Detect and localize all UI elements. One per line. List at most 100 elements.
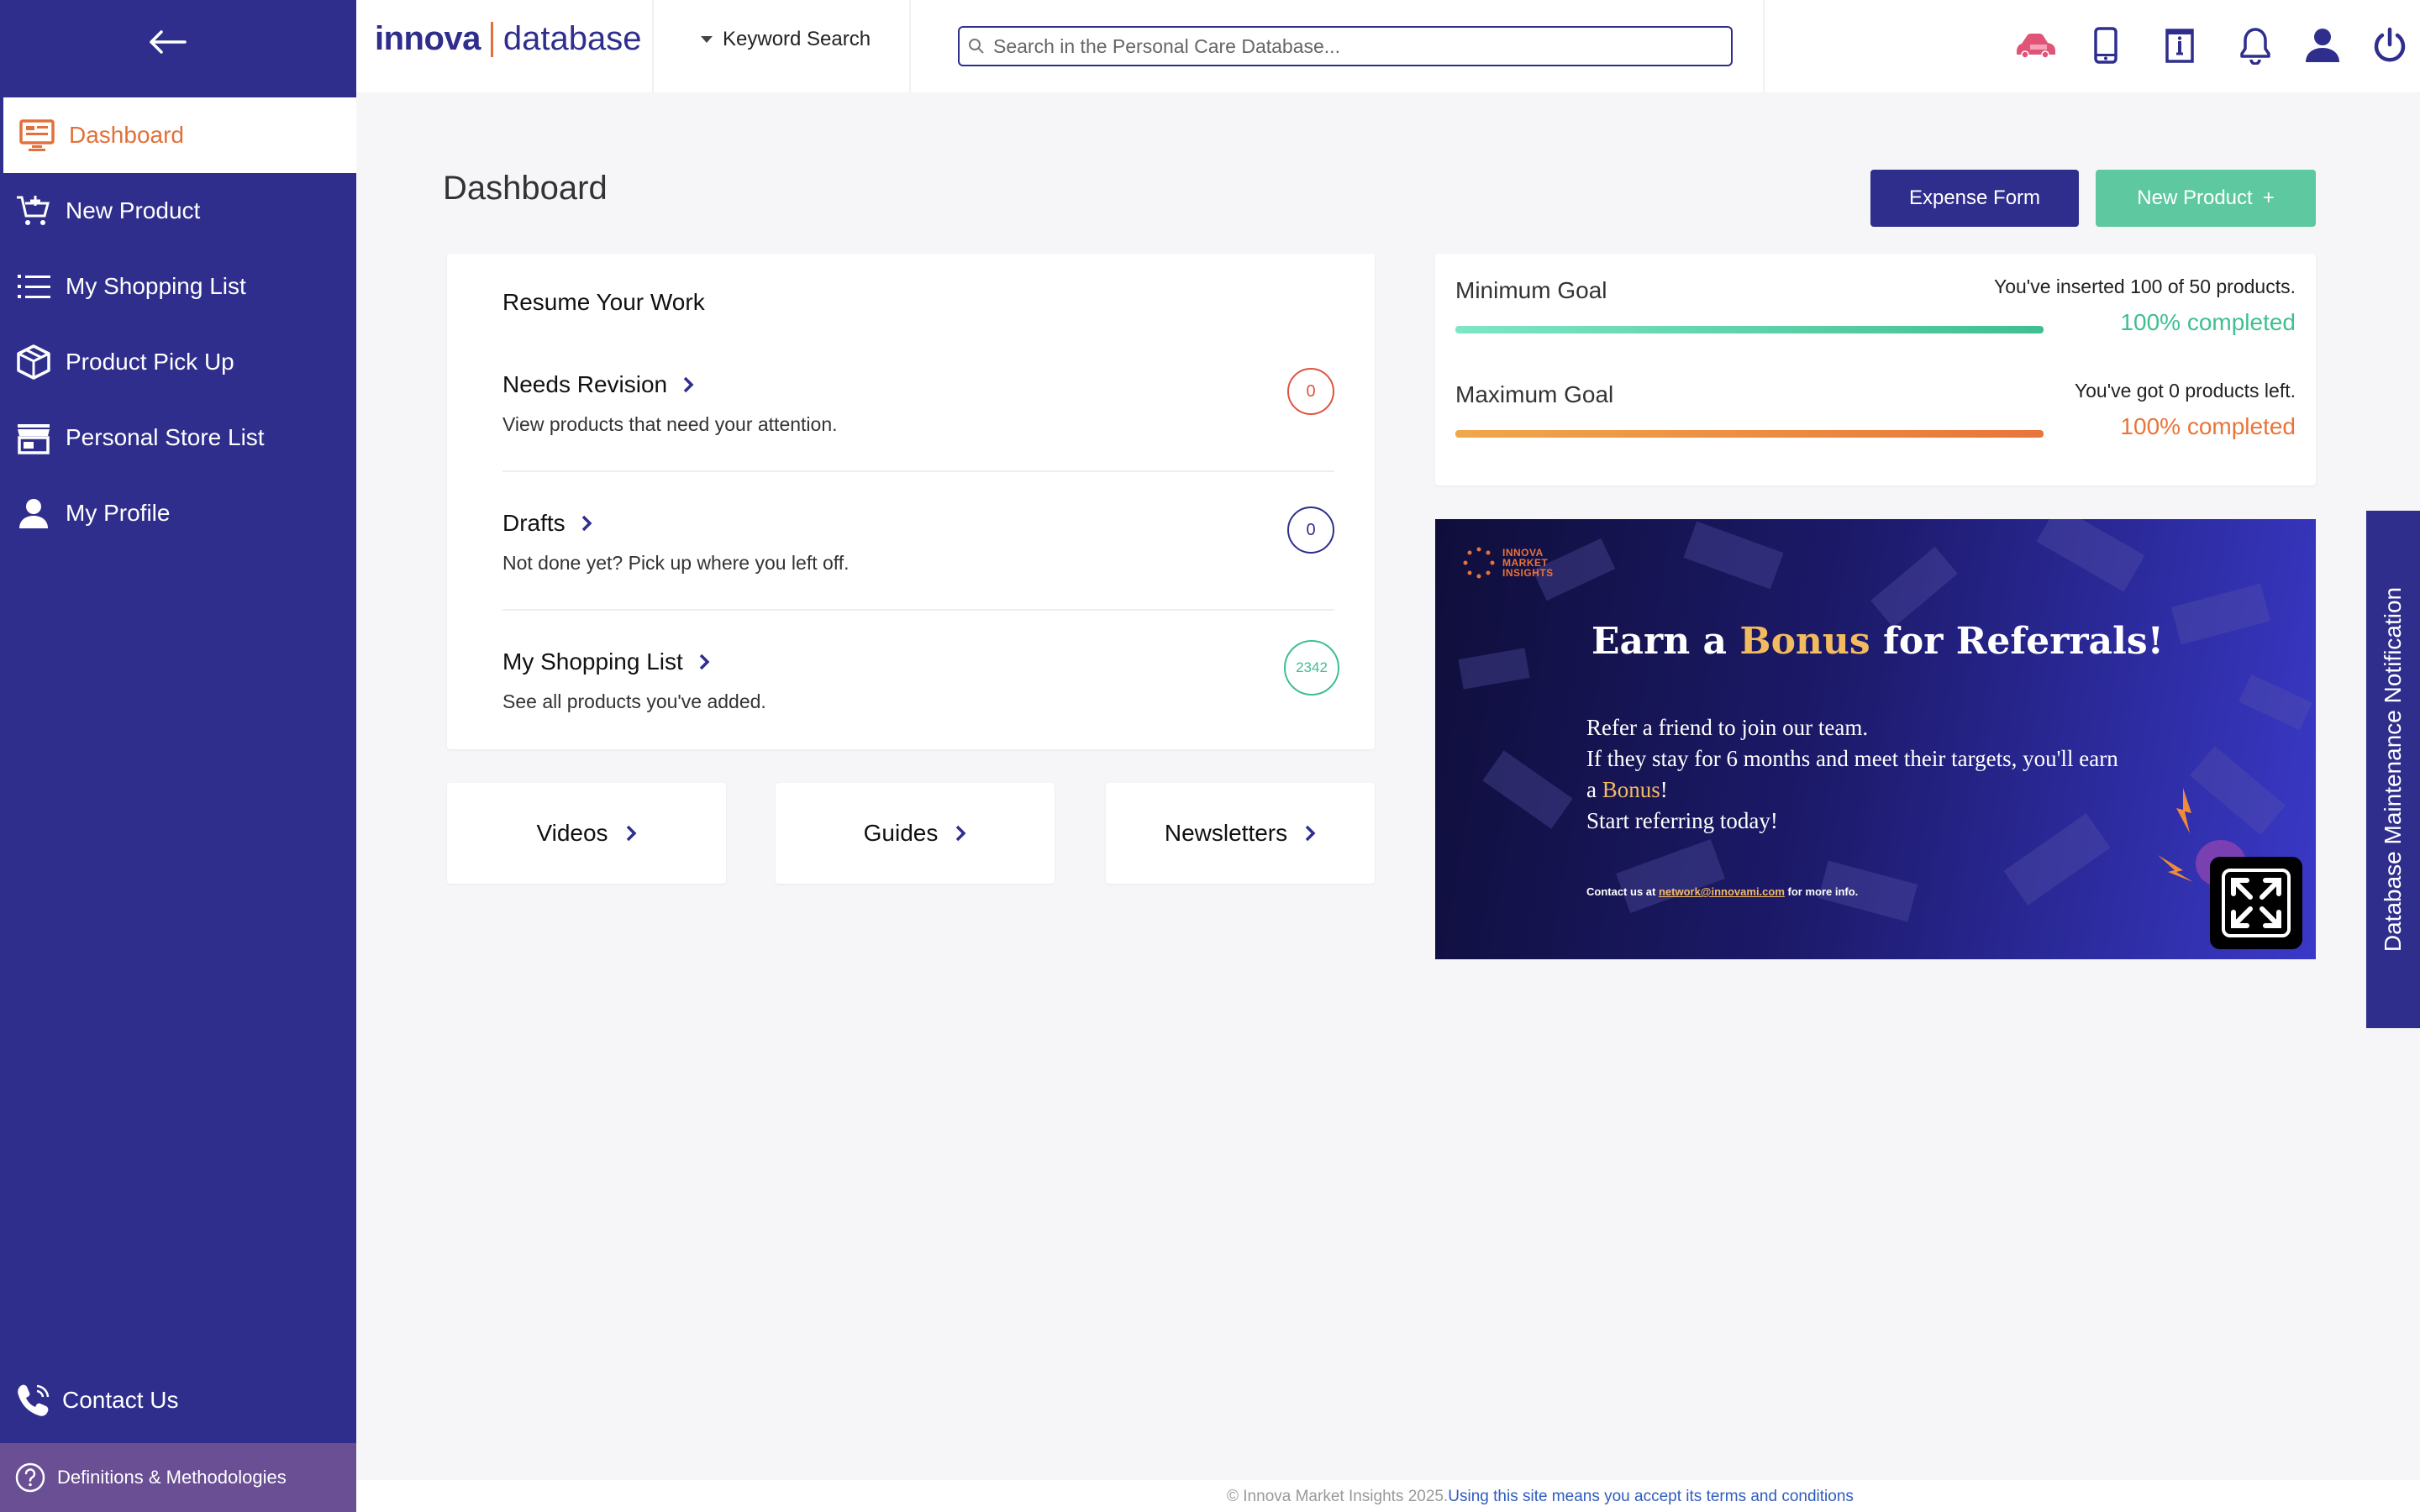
newsletters-tile[interactable]: Newsletters [1106,783,1375,884]
tile-label: Videos [536,820,608,846]
mobile-icon[interactable] [2081,20,2131,71]
shopping-list-link[interactable]: My Shopping List [502,648,710,675]
expand-icon[interactable] [2210,857,2302,949]
tile-label: Newsletters [1164,820,1288,846]
header-divider [1763,0,1765,92]
sidebar-item-my-profile[interactable]: My Profile [0,475,356,551]
banner-text: ! [1660,777,1668,802]
new-product-button-label: New Product [2137,186,2253,209]
row-description: View products that need your attention. [502,413,838,435]
sunburst-icon [1463,547,1495,579]
search-icon [968,38,985,55]
goals-card: Minimum Goal You've inserted 100 of 50 p… [1435,254,2316,486]
power-icon[interactable] [2365,20,2415,71]
minimum-goal-info: You've inserted 100 of 50 products. [1993,276,2296,297]
phone-icon [15,1382,52,1419]
minimum-goal-percent: 100% completed [2120,309,2296,335]
maximum-goal-info: You've got 0 products left. [2074,380,2296,402]
resume-row-drafts: Drafts Not done yet? Pick up where you l… [502,507,1334,636]
plus-icon: + [2262,186,2275,209]
count-badge: 0 [1287,507,1334,554]
sidebar: Dashboard New Product My Shopping List P… [0,0,356,1512]
store-icon [15,419,52,456]
maximum-goal-label: Maximum Goal [1455,381,1614,407]
terms-link[interactable]: Using this site means you accept its ter… [1448,1488,1854,1505]
row-divider [502,470,1334,472]
sidebar-item-label: Product Pick Up [66,349,234,375]
resume-work-card: Resume Your Work Needs Revision View pro… [447,254,1375,749]
side-tab-label: Database Maintenance Notification [2380,586,2406,953]
brand-line: INSIGHTS [1502,567,1554,579]
resume-row-needs-revision: Needs Revision View products that need y… [502,368,1334,497]
sidebar-item-label: New Product [66,197,201,223]
row-title: My Shopping List [502,648,683,675]
sidebar-item-dashboard[interactable]: Dashboard [3,97,356,173]
top-header: innova database Keyword Search [356,0,2420,92]
drafts-link[interactable]: Drafts [502,510,592,537]
contact-text: Contact us at [1586,885,1659,898]
search-box [958,26,1733,66]
sidebar-item-label: Dashboard [69,122,184,148]
chevron-right-icon [698,653,710,671]
banner-line: Refer a friend to join our team. [1586,715,1869,740]
list-icon [15,268,52,305]
referral-bonus-banner[interactable]: INNOVA MARKET INSIGHTS Earn a Bonus for … [1435,519,2316,959]
row-title: Drafts [502,510,566,536]
count-badge: 0 [1287,368,1334,415]
row-title: Needs Revision [502,371,668,397]
tile-label: Guides [863,820,939,846]
user-icon [15,495,52,532]
back-arrow-icon[interactable] [146,25,188,59]
chevron-right-icon [955,824,966,843]
cart-plus-icon [15,192,52,229]
info-book-icon[interactable] [2154,20,2205,71]
row-description: See all products you've added. [502,690,766,712]
maximum-goal-percent: 100% completed [2120,413,2296,439]
logo-separator [490,21,493,57]
app-logo[interactable]: innova database [375,20,642,58]
headline-highlight: Bonus [1739,620,1870,663]
sidebar-item-label: Contact Us [62,1387,179,1413]
bell-icon[interactable] [2230,20,2281,71]
chevron-right-icon [581,514,592,533]
database-maintenance-tab[interactable]: Database Maintenance Notification [2366,511,2420,1028]
user-account-icon[interactable] [2297,20,2348,71]
footer-text: © Innova Market Insights 2025.Using this… [1227,1488,1854,1506]
maximum-goal-progress-bar [1455,430,2044,438]
expense-form-button[interactable]: Expense Form [1870,170,2079,227]
sidebar-item-contact-us[interactable]: Contact Us [0,1362,356,1438]
banner-line: Start referring today! [1586,808,1778,833]
search-input[interactable] [992,34,1718,59]
row-description: Not done yet? Pick up where you left off… [502,552,850,574]
sidebar-item-personal-store-list[interactable]: Personal Store List [0,400,356,475]
chevron-right-icon [682,375,694,394]
car-icon[interactable] [2010,20,2060,71]
sidebar-item-shopping-list[interactable]: My Shopping List [0,249,356,324]
logo-bold-text: innova [375,20,481,57]
footer: © Innova Market Insights 2025.Using this… [356,1480,2420,1512]
help-circle-icon [13,1461,47,1494]
chevron-right-icon [625,824,637,843]
innova-brand-logo: INNOVA MARKET INSIGHTS [1462,546,1554,580]
header-divider [909,0,911,92]
definitions-label: Definitions & Methodologies [57,1467,287,1488]
headline-text: for Referrals! [1870,620,2164,663]
keyword-search-label: Keyword Search [723,28,871,50]
needs-revision-link[interactable]: Needs Revision [502,371,694,398]
guides-tile[interactable]: Guides [776,783,1055,884]
definitions-methodologies-link[interactable]: Definitions & Methodologies [0,1443,356,1512]
videos-tile[interactable]: Videos [447,783,726,884]
copyright-text: © Innova Market Insights 2025. [1227,1488,1449,1505]
keyword-search-dropdown[interactable]: Keyword Search [701,28,871,51]
banner-line: If they stay for 6 months and meet their… [1586,746,2118,771]
monitor-icon [18,117,55,154]
caret-down-icon [701,36,713,43]
sidebar-item-product-pick-up[interactable]: Product Pick Up [0,324,356,400]
new-product-button[interactable]: New Product + [2096,170,2316,227]
resume-work-title: Resume Your Work [502,289,705,315]
page-title: Dashboard [443,170,608,207]
contact-email-link[interactable]: network@innovami.com [1659,885,1785,898]
sidebar-item-new-product[interactable]: New Product [0,173,356,249]
header-divider [652,0,654,92]
logo-light-text: database [502,20,642,57]
